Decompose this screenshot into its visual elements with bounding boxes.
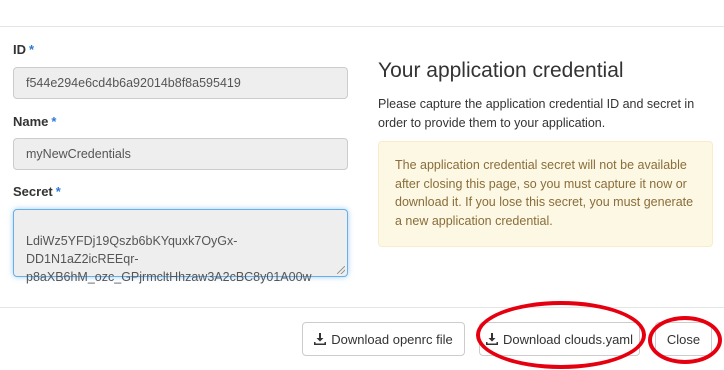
id-field[interactable]: f544e294e6cd4b6a92014b8f8a595419 — [13, 67, 348, 99]
download-icon — [485, 333, 498, 345]
warning-alert: The application credential secret will n… — [378, 141, 713, 247]
name-field[interactable]: myNewCredentials — [13, 138, 348, 170]
info-description: Please capture the application credentia… — [378, 97, 695, 130]
name-label: Name * — [13, 114, 57, 129]
download-clouds-yaml-label: Download clouds.yaml — [502, 331, 634, 347]
credential-info: Your application credential Please captu… — [378, 58, 714, 133]
required-marker: * — [29, 42, 35, 57]
secret-textarea[interactable]: LdiWz5YFDj19Qszb6bKYquxk7OyGx- DD1N1aZ2i… — [13, 209, 348, 284]
download-openrc-button[interactable]: Download openrc file — [302, 322, 465, 356]
download-openrc-label: Download openrc file — [331, 331, 453, 347]
required-marker: * — [55, 184, 61, 199]
download-icon — [314, 333, 327, 345]
id-value: f544e294e6cd4b6a92014b8f8a595419 — [26, 76, 241, 90]
name-value: myNewCredentials — [26, 147, 131, 161]
secret-label: Secret * — [13, 184, 61, 199]
id-label: ID * — [13, 42, 35, 57]
close-button[interactable]: Close — [655, 322, 712, 356]
close-label: Close — [666, 331, 701, 347]
modal-header-divider — [0, 26, 724, 27]
secret-value: LdiWz5YFDj19Qszb6bKYquxk7OyGx- DD1N1aZ2i… — [26, 234, 312, 284]
modal-footer-divider — [0, 307, 724, 308]
download-clouds-yaml-button[interactable]: Download clouds.yaml — [479, 322, 640, 356]
application-credential-modal: ID * f544e294e6cd4b6a92014b8f8a595419 Nam… — [0, 0, 724, 370]
page-title: Your application credential — [378, 59, 624, 82]
resize-grip-icon[interactable] — [337, 266, 345, 274]
required-marker: * — [51, 114, 57, 129]
